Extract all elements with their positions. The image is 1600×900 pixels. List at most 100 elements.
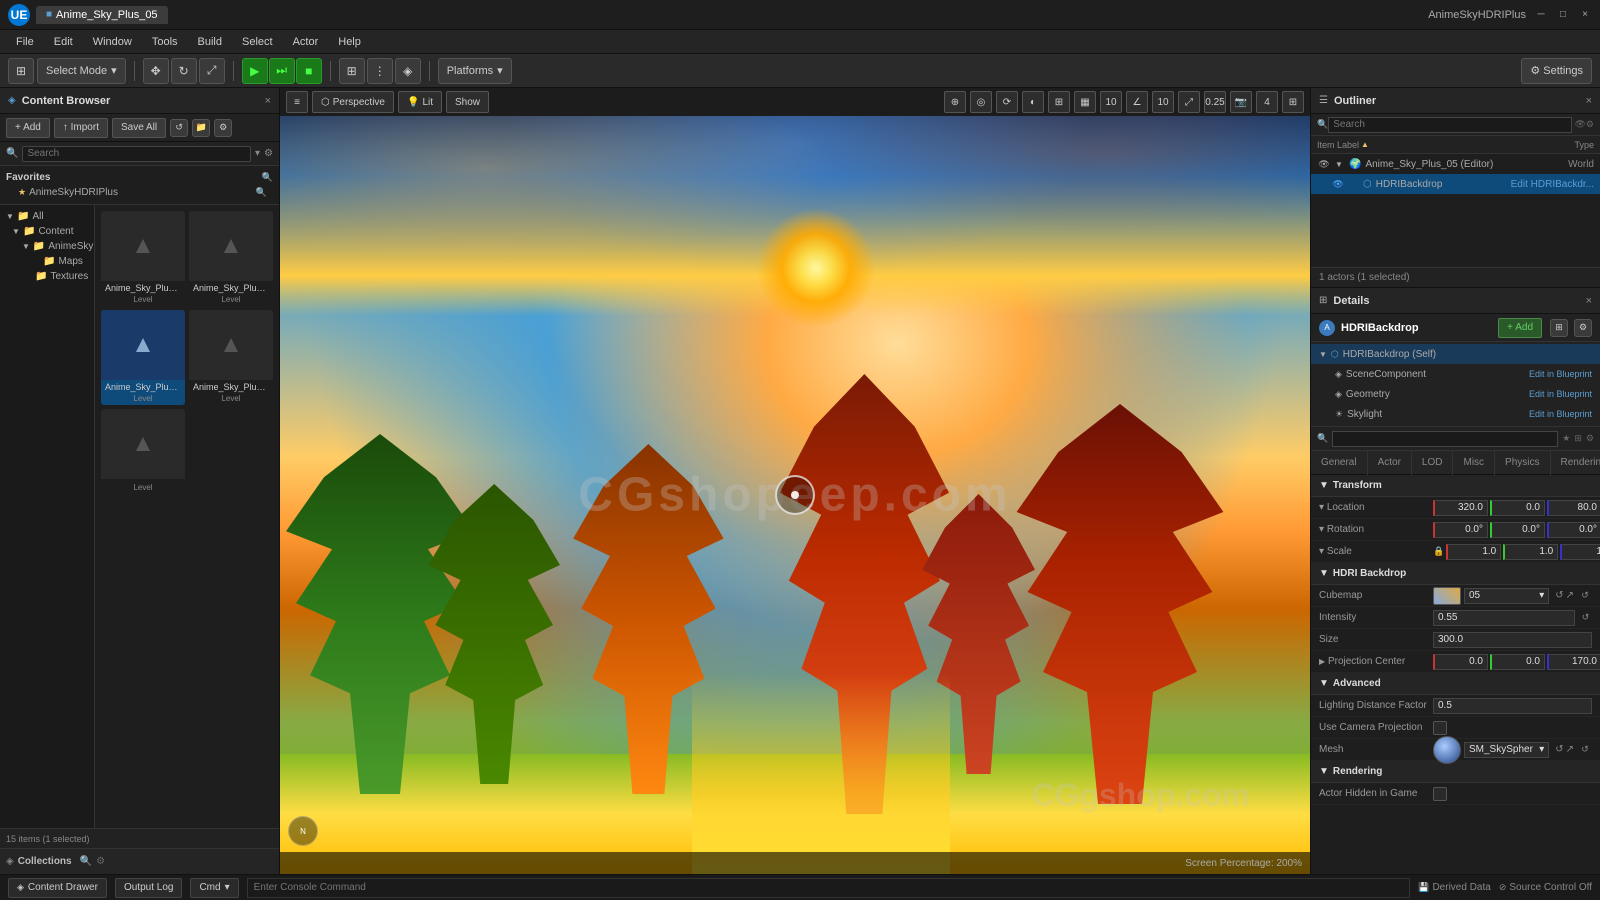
collections-settings-icon[interactable]: ⚙: [96, 856, 105, 867]
vp-icon-6[interactable]: ▦: [1074, 91, 1096, 113]
lock-icon[interactable]: 🔒: [1433, 546, 1444, 557]
search-favorites-icon[interactable]: 🔍: [262, 172, 273, 183]
details-view-button[interactable]: ⊞: [1550, 319, 1568, 337]
save-all-button[interactable]: Save All: [112, 118, 166, 138]
scale-dropdown[interactable]: ▾: [1319, 546, 1324, 557]
platforms-button[interactable]: Platforms ▾: [438, 58, 512, 84]
skip-button[interactable]: ⏭: [269, 58, 295, 84]
viewport-canvas[interactable]: CGshopeep.com CGgshop.com N Screen Perce…: [280, 116, 1310, 874]
scene-blueprint-link[interactable]: Edit in Blueprint: [1529, 369, 1592, 379]
component-row-skylight[interactable]: ☀ Skylight Edit in Blueprint: [1311, 404, 1600, 424]
scale-y-input[interactable]: [1503, 544, 1558, 560]
mesh-browse-icon[interactable]: ↺: [1555, 744, 1563, 755]
details-search-input[interactable]: [1332, 431, 1558, 447]
location-x-input[interactable]: [1433, 500, 1488, 516]
lighting-distance-input[interactable]: [1433, 698, 1592, 714]
tab-general[interactable]: General: [1311, 451, 1368, 475]
rotate-icon[interactable]: ↻: [171, 58, 197, 84]
proj-expand[interactable]: ▶: [1319, 657, 1325, 666]
menu-file[interactable]: File: [8, 34, 42, 50]
transform-icon[interactable]: ⊞: [8, 58, 34, 84]
outliner-close-icon[interactable]: ×: [1586, 95, 1592, 107]
settings-button[interactable]: ⚙ Settings: [1521, 58, 1592, 84]
select-mode-button[interactable]: Select Mode ▾: [37, 58, 126, 84]
tab-lod[interactable]: LOD: [1412, 451, 1454, 475]
cmd-button[interactable]: Cmd ▾: [190, 878, 238, 898]
content-drawer-button[interactable]: ◈ Content Drawer: [8, 878, 107, 898]
component-row-self[interactable]: ▼ ⬡ HDRIBackdrop (Self): [1311, 344, 1600, 364]
source-control-button[interactable]: ⊘ Source Control Off: [1499, 882, 1592, 893]
details-add-button[interactable]: + Add: [1498, 318, 1542, 338]
rotation-y-input[interactable]: [1490, 522, 1545, 538]
play-button[interactable]: ▶: [242, 58, 268, 84]
tree-item-content[interactable]: ▼ 📁 Content: [0, 224, 94, 239]
vp-scale-num[interactable]: 0.25: [1204, 91, 1226, 113]
vp-icon-4[interactable]: ◐: [1022, 91, 1044, 113]
component-row-geometry[interactable]: ◈ Geometry Edit in Blueprint: [1311, 384, 1600, 404]
size-input[interactable]: [1433, 632, 1592, 648]
vp-icon-5[interactable]: ⊞: [1048, 91, 1070, 113]
cb-close-icon[interactable]: ×: [265, 95, 271, 107]
cubemap-dropdown-btn[interactable]: 05 ▾: [1464, 588, 1549, 604]
hdri-vis-icon[interactable]: 👁: [1331, 177, 1345, 191]
snap-icon[interactable]: ⊞: [339, 58, 365, 84]
proj-z-input[interactable]: [1547, 654, 1600, 670]
active-tab[interactable]: ■ Anime_Sky_Plus_05: [36, 6, 168, 24]
vp-grid-num2[interactable]: 10: [1152, 91, 1174, 113]
minimize-button[interactable]: ─: [1534, 8, 1548, 22]
viewport-menu-button[interactable]: ≡: [286, 91, 308, 113]
maximize-button[interactable]: □: [1556, 8, 1570, 22]
mesh-open-icon[interactable]: ↗: [1566, 744, 1574, 755]
tree-item-animeskyhdri[interactable]: ▼ 📁 AnimeSkyHDRIPlus: [0, 239, 94, 254]
vp-icon-3[interactable]: ⟳: [996, 91, 1018, 113]
stop-button[interactable]: ■: [296, 58, 322, 84]
world-vis-icon[interactable]: 👁: [1317, 157, 1331, 171]
favorites-search-icon[interactable]: 🔍: [256, 187, 267, 198]
close-button[interactable]: ×: [1578, 8, 1592, 22]
intensity-input[interactable]: [1433, 610, 1575, 626]
menu-tools[interactable]: Tools: [144, 34, 186, 50]
collections-search-icon[interactable]: 🔍: [80, 856, 92, 867]
favorites-item-animeskyhdri[interactable]: ★ AnimeSkyHDRIPlus 🔍: [6, 185, 273, 200]
settings-cb-button[interactable]: ⚙: [214, 119, 232, 137]
menu-window[interactable]: Window: [85, 34, 140, 50]
intensity-reset-icon[interactable]: ↺: [1579, 611, 1592, 625]
tab-actor[interactable]: Actor: [1368, 451, 1412, 475]
mesh-reset-icon[interactable]: ↺: [1578, 743, 1592, 757]
details-view-icon[interactable]: ⊞: [1574, 433, 1582, 444]
vp-cam-num[interactable]: 4: [1256, 91, 1278, 113]
location-z-input[interactable]: [1547, 500, 1600, 516]
scale-z-input[interactable]: [1560, 544, 1600, 560]
details-star-icon[interactable]: ★: [1562, 433, 1570, 444]
rotation-z-input[interactable]: [1547, 522, 1600, 538]
geo-blueprint-link[interactable]: Edit in Blueprint: [1529, 389, 1592, 399]
menu-select[interactable]: Select: [234, 34, 281, 50]
rendering-section-header[interactable]: ▼ Rendering: [1311, 761, 1600, 783]
tab-rendering[interactable]: Rendering: [1551, 451, 1600, 475]
move-icon[interactable]: ✥: [143, 58, 169, 84]
filter-icon[interactable]: ▾: [255, 148, 260, 159]
cubemap-reset-icon[interactable]: ↺: [1578, 589, 1592, 603]
tree-item-textures[interactable]: 📁 Textures: [0, 269, 94, 284]
advanced-section-header[interactable]: ▼ Advanced: [1311, 673, 1600, 695]
file-item-2[interactable]: ▲ Anime_Sky_Plus_05 Level: [101, 310, 185, 405]
vp-grid-num1[interactable]: 10: [1100, 91, 1122, 113]
component-row-scene[interactable]: ◈ SceneComponent Edit in Blueprint: [1311, 364, 1600, 384]
file-item-1[interactable]: ▲ Anime_Sky_Plus_04 Level: [189, 211, 273, 306]
perspective-button[interactable]: ⬡ Perspective: [312, 91, 394, 113]
transform-section-header[interactable]: ▼ Transform: [1311, 475, 1600, 497]
outliner-item-hdri[interactable]: 👁 ⬡ HDRIBackdrop Edit HDRIBackdr...: [1311, 174, 1600, 194]
cb-search-input[interactable]: [22, 146, 251, 162]
proj-y-input[interactable]: [1490, 654, 1545, 670]
show-button[interactable]: Show: [446, 91, 489, 113]
location-dropdown[interactable]: ▾: [1319, 502, 1324, 513]
menu-edit[interactable]: Edit: [46, 34, 81, 50]
vp-scale-icon[interactable]: ⤢: [1178, 91, 1200, 113]
location-y-input[interactable]: [1490, 500, 1545, 516]
tab-misc[interactable]: Misc: [1453, 451, 1495, 475]
outliner-settings-icon[interactable]: ⚙: [1586, 119, 1594, 130]
tree-item-all[interactable]: ▼ 📁 All: [0, 209, 94, 224]
grid-icon[interactable]: ⋮: [367, 58, 393, 84]
vp-angle-icon[interactable]: ∠: [1126, 91, 1148, 113]
menu-build[interactable]: Build: [190, 34, 230, 50]
